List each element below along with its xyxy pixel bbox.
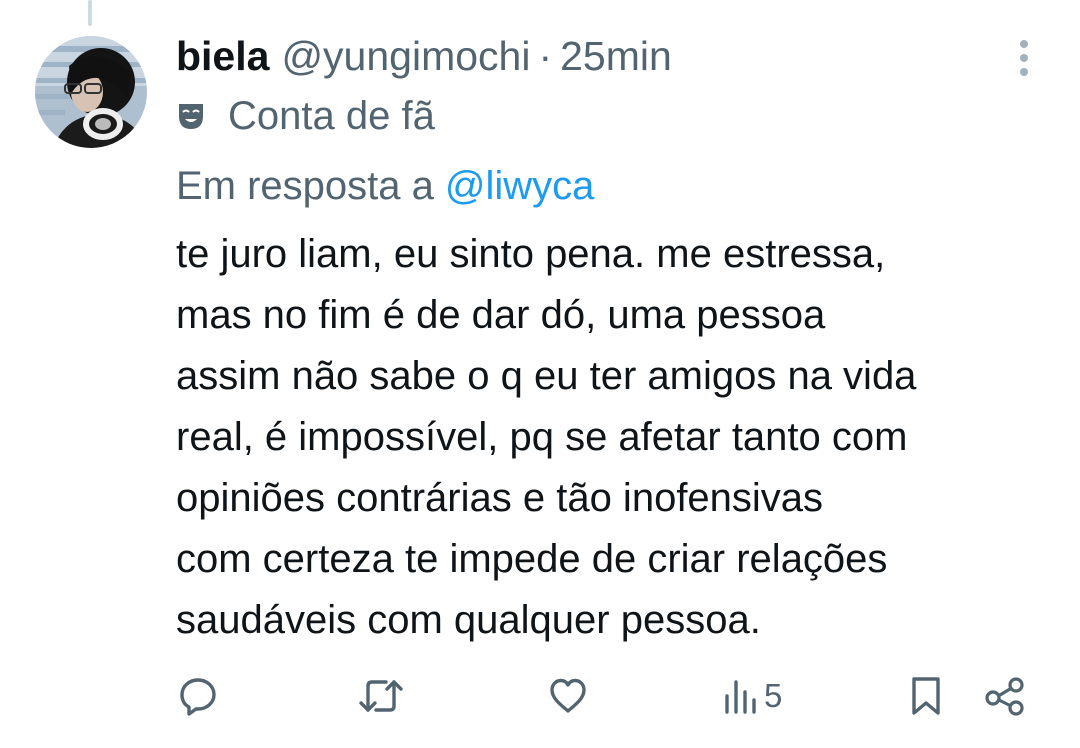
tweet-header: biela @yungimochi · 25min: [176, 28, 672, 84]
bookmark-button[interactable]: [910, 672, 942, 720]
theater-mask-icon: [179, 104, 203, 129]
tweet-text: te juro liam, eu sinto pena. me estressa…: [176, 224, 1056, 651]
tweet-text-line: com certeza te impede de criar relações: [176, 537, 888, 581]
tweet-text-line: te juro liam, eu sinto pena. me estressa…: [176, 232, 886, 276]
views-icon: [725, 680, 756, 714]
share-icon: [985, 677, 1024, 716]
fan-account-label: Conta de fã: [176, 90, 435, 142]
user-handle[interactable]: @yungimochi: [281, 33, 530, 80]
reply-context: Em resposta a @liwyca: [176, 158, 594, 214]
tweet-text-line: opiniões contrárias e tão inofensivas: [176, 476, 824, 520]
tweet-text-line: mas no fim é de dar dó, uma pessoa: [176, 293, 826, 337]
tweet-text-line: assim não sabe o q eu ter amigos na vida: [176, 354, 917, 398]
reply-prefix: Em resposta a: [176, 163, 434, 208]
avatar-image: [35, 36, 147, 148]
thread-connector-line: [88, 0, 92, 26]
reply-to-mention[interactable]: @liwyca: [445, 164, 595, 209]
share-button[interactable]: [984, 672, 1026, 720]
heart-icon: [550, 678, 586, 713]
separator-dot: ·: [538, 32, 553, 79]
more-options-icon[interactable]: [1008, 38, 1040, 78]
views-count: 5: [764, 677, 783, 714]
views-button[interactable]: 5: [724, 672, 782, 720]
tweet-text-line: real, é impossível, pq se afetar tanto c…: [176, 415, 908, 459]
display-name[interactable]: biela: [176, 33, 269, 80]
bookmark-icon: [912, 677, 940, 715]
reply-icon: [180, 678, 216, 716]
reply-button[interactable]: [178, 672, 218, 720]
fan-account-text: Conta de fã: [228, 93, 435, 138]
retweet-icon: [359, 680, 403, 712]
like-button[interactable]: [548, 672, 588, 720]
retweet-button[interactable]: [358, 672, 404, 720]
avatar[interactable]: [35, 36, 147, 148]
timestamp[interactable]: 25min: [560, 33, 672, 80]
tweet-text-line: saudáveis com qualquer pessoa.: [176, 598, 761, 642]
